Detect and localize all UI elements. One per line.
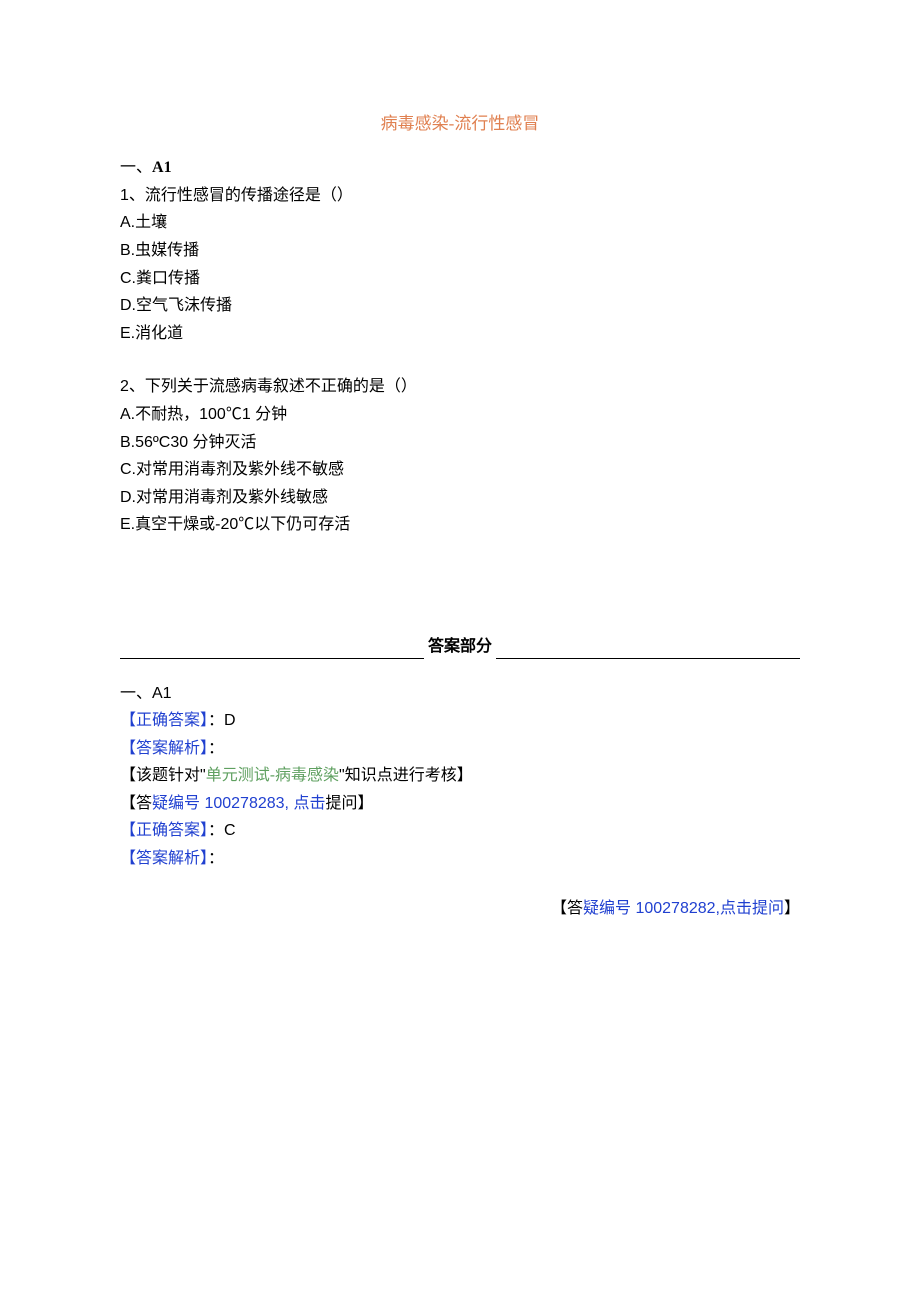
question-1-text: 1、流行性感冒的传播途径是（） — [120, 183, 800, 209]
answer-1-analysis-label: 【答案解析】 — [120, 740, 208, 757]
answer-1-analysis-value: ： — [208, 740, 224, 757]
page-title: 病毒感染-流行性感冒 — [120, 110, 800, 137]
question-2-option-d: D.对常用消毒剂及紫外线敏感 — [120, 485, 800, 511]
answer-1-note: 【该题针对"单元测试-病毒感染"知识点进行考核】 — [120, 763, 800, 789]
question-2-option-e: E.真空干燥或-20℃以下仍可存活 — [120, 512, 800, 538]
answer-header-label: 答案部分 — [424, 634, 496, 660]
question-1-option-b: B.虫媒传播 — [120, 238, 800, 264]
answer-2-analysis-value: ： — [208, 850, 224, 867]
answer-1-qid: 【答疑编号 100278283, 点击提问】 — [120, 791, 800, 817]
answer-section: 一、A1 【正确答案】：D 【答案解析】： 【该题针对"单元测试-病毒感染"知识… — [120, 681, 800, 922]
answer-2-analysis: 【答案解析】： — [120, 846, 800, 872]
question-2-option-a: A.不耐热，100℃1 分钟 — [120, 402, 800, 428]
answer-2-correct: 【正确答案】：C — [120, 818, 800, 844]
heading-code: A1 — [152, 159, 172, 176]
answer-2-analysis-label: 【答案解析】 — [120, 850, 208, 867]
question-2-text: 2、下列关于流感病毒叙述不正确的是（） — [120, 374, 800, 400]
answer-2-correct-label: 【正确答案】 — [120, 822, 208, 839]
right-note-prefix: 【答 — [551, 900, 583, 917]
question-1: 1、流行性感冒的传播途径是（） A.土壤 B.虫媒传播 C.粪口传播 D.空气飞… — [120, 183, 800, 347]
answer-1-note-green: 单元测试-病毒感染 — [206, 767, 339, 784]
right-note-suffix: 】 — [784, 900, 800, 917]
answer-right-note: 【答疑编号 100278282,点击提问】 — [120, 896, 800, 922]
answer-1-qid-suffix: 提问】 — [325, 795, 373, 812]
question-2-option-b: B.56ºC30 分钟灭活 — [120, 430, 800, 456]
question-2-option-c: C.对常用消毒剂及紫外线不敏感 — [120, 457, 800, 483]
answer-1-correct-value: ：D — [208, 712, 236, 729]
section-heading-a1: 一、A1 — [120, 155, 800, 181]
question-1-option-d: D.空气飞沫传播 — [120, 293, 800, 319]
answer-1-correct: 【正确答案】：D — [120, 708, 800, 734]
heading-prefix: 一、 — [120, 159, 152, 176]
answer-2-correct-value: ：C — [208, 822, 236, 839]
right-note-link[interactable]: 疑编号 100278282,点击提问 — [583, 900, 784, 917]
answer-1-qid-prefix: 【答 — [120, 795, 152, 812]
question-1-option-a: A.土壤 — [120, 210, 800, 236]
answer-divider: 答案部分 — [120, 634, 800, 659]
question-1-option-c: C.粪口传播 — [120, 266, 800, 292]
question-2: 2、下列关于流感病毒叙述不正确的是（） A.不耐热，100℃1 分钟 B.56º… — [120, 374, 800, 538]
answer-section-heading: 一、A1 — [120, 681, 800, 707]
answer-1-note-suffix: "知识点进行考核】 — [339, 767, 473, 784]
answer-1-analysis: 【答案解析】： — [120, 736, 800, 762]
answer-1-note-prefix: 【该题针对" — [120, 767, 206, 784]
answer-1-qid-link[interactable]: 疑编号 100278283, 点击 — [152, 795, 325, 812]
answer-1-correct-label: 【正确答案】 — [120, 712, 208, 729]
question-1-option-e: E.消化道 — [120, 321, 800, 347]
